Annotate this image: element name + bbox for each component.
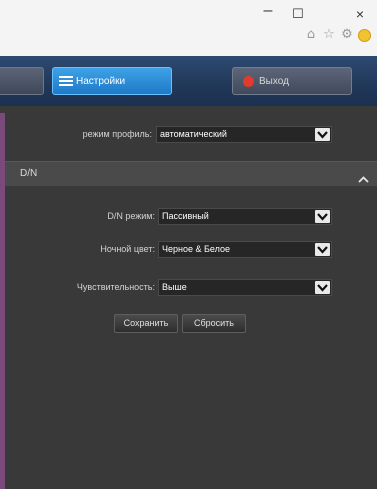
app-panel: Настройки Выход режим профиль: автоматич… [0, 56, 377, 489]
dn-section-header[interactable]: D/N [5, 161, 377, 186]
profile-label: режим профиль: [82, 129, 152, 139]
profile-value: автоматический [160, 129, 227, 139]
sensitivity-value: Выше [162, 282, 187, 292]
dn-mode-label: D/N режим: [107, 211, 155, 221]
browser-chrome: – ☐ × ⌂ ☆ ⚙ [0, 0, 377, 56]
profile-select[interactable]: автоматический [156, 126, 332, 143]
chevron-down-icon [315, 128, 330, 141]
reset-button[interactable]: Сбросить [182, 314, 246, 333]
sensitivity-label: Чувствительность: [76, 282, 155, 292]
power-icon [243, 75, 254, 87]
settings-label: Настройки [76, 75, 126, 87]
gear-icon[interactable]: ⚙ [340, 28, 354, 42]
exit-button[interactable]: Выход [232, 67, 352, 95]
dn-mode-value: Пассивный [162, 211, 209, 221]
night-color-value: Черное & Белое [162, 244, 230, 254]
settings-button[interactable]: Настройки [52, 67, 172, 95]
maximize-button[interactable]: ☐ [288, 6, 308, 22]
minimize-button[interactable]: – [258, 2, 278, 20]
exit-label: Выход [259, 75, 289, 87]
chevron-down-icon [315, 243, 330, 256]
chevron-up-icon[interactable] [358, 170, 369, 188]
save-button[interactable]: Сохранить [114, 314, 178, 333]
dn-section-title: D/N [20, 168, 38, 179]
close-button[interactable]: × [350, 6, 370, 22]
nav-button-partial[interactable] [0, 67, 44, 95]
chevron-down-icon [315, 281, 330, 294]
top-navigation: Настройки Выход [0, 56, 377, 106]
browser-toolbar-icons: ⌂ ☆ ⚙ [304, 28, 371, 42]
night-color-label: Ночной цвет: [100, 244, 155, 254]
sensitivity-select[interactable]: Выше [158, 279, 332, 296]
list-icon [59, 75, 73, 87]
night-color-select[interactable]: Черное & Белое [158, 241, 332, 258]
star-icon[interactable]: ☆ [322, 28, 336, 42]
dn-mode-select[interactable]: Пассивный [158, 208, 332, 225]
smiley-icon[interactable] [358, 28, 371, 42]
chevron-down-icon [315, 210, 330, 223]
home-icon[interactable]: ⌂ [304, 28, 318, 42]
